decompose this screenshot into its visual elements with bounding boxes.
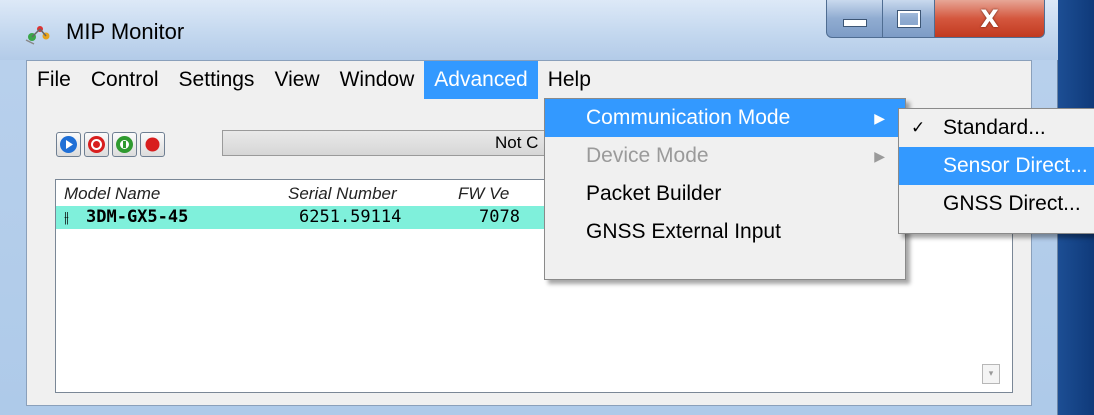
communication-mode-submenu: ✓ Standard... Sensor Direct... GNSS Dire… bbox=[898, 108, 1094, 234]
minimize-icon bbox=[842, 18, 867, 27]
menu-item-label: Standard... bbox=[943, 116, 1046, 139]
resize-grip[interactable]: ▾ bbox=[982, 364, 1000, 384]
menu-item-label: GNSS Direct... bbox=[943, 192, 1081, 215]
connection-status-text: Not C bbox=[495, 133, 539, 152]
menu-item-label: Communication Mode bbox=[586, 106, 791, 129]
menu-bar: File Control Settings View Window Advanc… bbox=[27, 61, 1031, 99]
play-icon bbox=[60, 136, 77, 153]
menu-view[interactable]: View bbox=[264, 61, 329, 99]
connection-status-bar: Not C bbox=[222, 130, 582, 156]
menu-help[interactable]: Help bbox=[538, 61, 601, 99]
column-fw-version[interactable]: FW Ve bbox=[458, 184, 509, 204]
menu-item-label: Packet Builder bbox=[586, 182, 722, 205]
maximize-button[interactable] bbox=[883, 0, 935, 38]
mip-app-icon bbox=[25, 26, 50, 45]
title-bar[interactable]: MIP Monitor X bbox=[0, 0, 1058, 60]
menu-item-label: Sensor Direct... bbox=[943, 154, 1088, 177]
pause-icon bbox=[116, 136, 133, 153]
menu-item-communication-mode[interactable]: Communication Mode ▶ bbox=[545, 99, 905, 137]
menu-advanced[interactable]: Advanced bbox=[424, 61, 538, 99]
device-model: 3DM-GX5-45 bbox=[86, 207, 189, 227]
device-serial: 6251.59114 bbox=[299, 207, 402, 227]
toolbar bbox=[56, 132, 165, 157]
advanced-menu: Communication Mode ▶ Device Mode ▶ Packe… bbox=[544, 98, 906, 280]
menu-control[interactable]: Control bbox=[81, 61, 169, 99]
menu-item-gnss-external-input[interactable]: GNSS External Input bbox=[545, 213, 905, 251]
device-fw: 7078 bbox=[479, 207, 520, 227]
menu-item-label: Device Mode bbox=[586, 144, 709, 167]
column-model-name[interactable]: Model Name bbox=[64, 184, 160, 204]
checkmark-icon: ✓ bbox=[911, 118, 926, 137]
menu-item-label: GNSS External Input bbox=[586, 220, 781, 243]
device-icon: ⫲ bbox=[64, 208, 69, 226]
record-button[interactable] bbox=[140, 132, 165, 157]
menu-item-sensor-direct[interactable]: Sensor Direct... bbox=[899, 147, 1094, 185]
play-button[interactable] bbox=[56, 132, 81, 157]
close-icon: X bbox=[980, 4, 999, 33]
maximize-icon bbox=[896, 9, 921, 28]
menu-window[interactable]: Window bbox=[330, 61, 425, 99]
menu-settings[interactable]: Settings bbox=[169, 61, 265, 99]
menu-item-packet-builder[interactable]: Packet Builder bbox=[545, 175, 905, 213]
window-title: MIP Monitor bbox=[66, 19, 185, 44]
menu-item-gnss-direct[interactable]: GNSS Direct... bbox=[899, 185, 1094, 223]
menu-item-standard[interactable]: ✓ Standard... bbox=[899, 109, 1094, 147]
minimize-button[interactable] bbox=[826, 0, 883, 38]
submenu-arrow-icon: ▶ bbox=[874, 110, 885, 126]
close-button[interactable]: X bbox=[935, 0, 1045, 38]
stop-button[interactable] bbox=[84, 132, 109, 157]
menu-item-device-mode: Device Mode ▶ bbox=[545, 137, 905, 175]
menu-file[interactable]: File bbox=[27, 61, 81, 99]
submenu-arrow-icon: ▶ bbox=[874, 148, 885, 164]
stop-icon bbox=[88, 136, 105, 153]
pause-button[interactable] bbox=[112, 132, 137, 157]
column-serial-number[interactable]: Serial Number bbox=[288, 184, 397, 204]
record-icon bbox=[145, 137, 160, 152]
